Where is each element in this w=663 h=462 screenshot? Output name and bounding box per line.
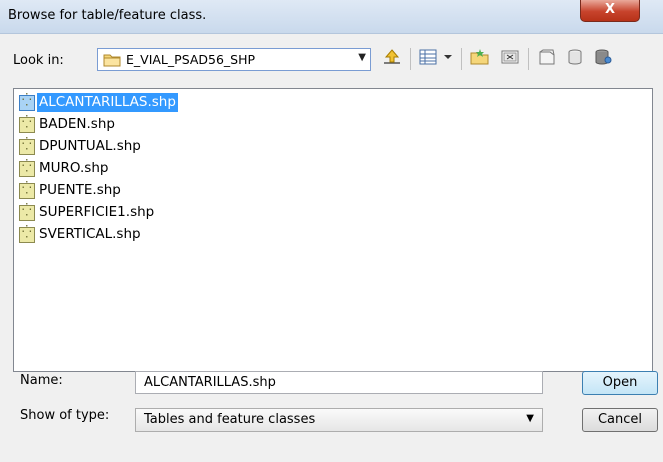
look-in-dropdown[interactable]: E_VIAL_PSAD56_SHP ▼ xyxy=(97,48,371,71)
list-item[interactable]: ALCANTARILLAS.shp xyxy=(19,92,178,113)
list-item[interactable]: BADEN.shp xyxy=(19,114,117,135)
dialog-body: Look in: E_VIAL_PSAD56_SHP ▼ ⁛ ALCANTARI… xyxy=(0,34,663,462)
list-item[interactable]: DPUNTUAL.shp xyxy=(19,136,143,157)
toolbar-separator xyxy=(461,48,462,70)
up-one-level-icon xyxy=(382,48,402,70)
name-label: Name: xyxy=(20,373,63,388)
new-folder-button[interactable] xyxy=(467,46,493,72)
look-in-value: E_VIAL_PSAD56_SHP xyxy=(126,52,256,67)
list-item[interactable]: MURO.shp xyxy=(19,158,110,179)
list-item[interactable]: PUENTE.shp xyxy=(19,180,123,201)
file-list[interactable]: ALCANTARILLAS.shp BADEN.shp DPUNTUAL.shp… xyxy=(13,88,653,372)
point-shapefile-icon xyxy=(19,203,35,221)
database-icon xyxy=(593,48,613,70)
chevron-down-icon: ▼ xyxy=(526,413,534,424)
point-shapefile-icon xyxy=(19,225,35,243)
point-shapefile-icon xyxy=(19,137,35,155)
show-of-type-label: Show of type: xyxy=(20,408,110,423)
folder-icon xyxy=(103,52,121,71)
new-file-geodatabase-icon xyxy=(565,48,585,70)
look-in-label: Look in: xyxy=(13,53,64,68)
connect-folder-button[interactable] xyxy=(497,46,523,72)
show-of-type-dropdown[interactable]: Tables and feature classes ▼ xyxy=(135,408,543,432)
database-button[interactable] xyxy=(590,46,616,72)
list-item[interactable]: SVERTICAL.shp xyxy=(19,224,143,245)
point-shapefile-icon xyxy=(19,115,35,133)
view-menu-icon xyxy=(418,48,454,70)
new-folder-icon xyxy=(470,48,490,70)
name-field[interactable] xyxy=(135,371,543,394)
new-file-geodatabase-button[interactable] xyxy=(562,46,588,72)
point-shapefile-icon xyxy=(19,93,35,111)
connect-folder-icon xyxy=(500,48,520,70)
chevron-down-icon: ▼ xyxy=(358,52,366,63)
window-title: Browse for table/feature class. xyxy=(8,8,207,23)
list-item[interactable]: SUPERFICIE1.shp xyxy=(19,202,156,223)
open-button[interactable]: Open xyxy=(582,371,658,395)
up-one-level-button[interactable] xyxy=(379,46,405,72)
close-button[interactable]: X xyxy=(580,0,640,22)
title-bar: Browse for table/feature class. X xyxy=(0,0,663,34)
cancel-button[interactable]: Cancel xyxy=(582,408,658,432)
catalog-icon xyxy=(537,48,557,70)
point-shapefile-icon xyxy=(19,159,35,177)
toolbar-separator xyxy=(410,48,411,70)
show-of-type-value: Tables and feature classes xyxy=(144,412,316,427)
point-shapefile-icon xyxy=(19,181,35,199)
catalog-button[interactable] xyxy=(534,46,560,72)
toolbar-separator xyxy=(528,48,529,70)
view-menu-button[interactable] xyxy=(416,46,456,72)
